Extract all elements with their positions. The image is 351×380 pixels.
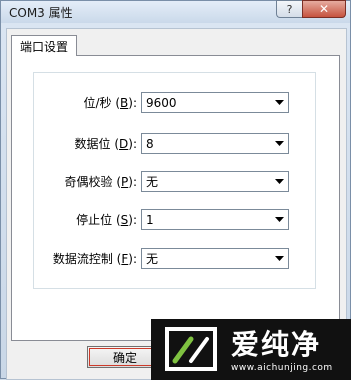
watermark: 爱纯净 www.aichunjing.com bbox=[151, 319, 351, 380]
flow-control-value: 无 bbox=[146, 252, 159, 266]
baud-value: 9600 bbox=[146, 95, 177, 110]
flow-control-select[interactable]: 无 bbox=[141, 248, 289, 269]
setting-row-parity: 奇偶校验 (P): 无 bbox=[1, 171, 351, 193]
ok-label: 确定 bbox=[112, 350, 137, 365]
chevron-down-icon[interactable] bbox=[271, 93, 288, 112]
caption-buttons: ? ✕ bbox=[276, 0, 346, 19]
baud-select[interactable]: 9600 bbox=[141, 92, 289, 113]
close-button[interactable]: ✕ bbox=[302, 0, 346, 18]
brand-logo-icon bbox=[165, 327, 217, 371]
help-icon: ? bbox=[286, 2, 293, 16]
flow-control-label: 数据流控制 (F): bbox=[52, 252, 137, 266]
chevron-down-icon[interactable] bbox=[271, 172, 288, 191]
chevron-down-icon[interactable] bbox=[271, 134, 288, 153]
properties-dialog: COM3 属性 ? ✕ 端口设置 位/秒 (B): 9600 数据位 (D): … bbox=[0, 0, 351, 380]
tab-port-settings[interactable]: 端口设置 bbox=[11, 35, 78, 56]
title-bar[interactable]: COM3 属性 ? ✕ bbox=[1, 0, 350, 23]
setting-row-flow-control: 数据流控制 (F): 无 bbox=[1, 248, 351, 270]
stop-bits-select[interactable]: 1 bbox=[141, 209, 289, 230]
help-button[interactable]: ? bbox=[276, 0, 302, 18]
chevron-down-icon[interactable] bbox=[271, 210, 288, 229]
data-bits-label: 数据位 (D): bbox=[74, 137, 137, 151]
parity-value: 无 bbox=[146, 175, 159, 189]
tab-label: 端口设置 bbox=[20, 39, 69, 54]
close-icon: ✕ bbox=[318, 2, 330, 16]
parity-select[interactable]: 无 bbox=[141, 171, 289, 192]
setting-row-data-bits: 数据位 (D): 8 bbox=[1, 133, 351, 155]
watermark-brand: 爱纯净 bbox=[231, 328, 322, 361]
stop-bits-label: 停止位 (S): bbox=[76, 213, 137, 227]
chevron-down-icon[interactable] bbox=[271, 249, 288, 268]
parity-label: 奇偶校验 (P): bbox=[64, 175, 137, 189]
watermark-url: www.aichunjing.com bbox=[231, 363, 333, 373]
window-title: COM3 属性 bbox=[9, 6, 73, 20]
data-bits-select[interactable]: 8 bbox=[141, 133, 289, 154]
setting-row-stop-bits: 停止位 (S): 1 bbox=[1, 209, 351, 231]
setting-row-baud: 位/秒 (B): 9600 bbox=[1, 92, 351, 114]
data-bits-value: 8 bbox=[146, 136, 154, 151]
stop-bits-value: 1 bbox=[146, 212, 154, 227]
baud-label: 位/秒 (B): bbox=[83, 96, 137, 110]
